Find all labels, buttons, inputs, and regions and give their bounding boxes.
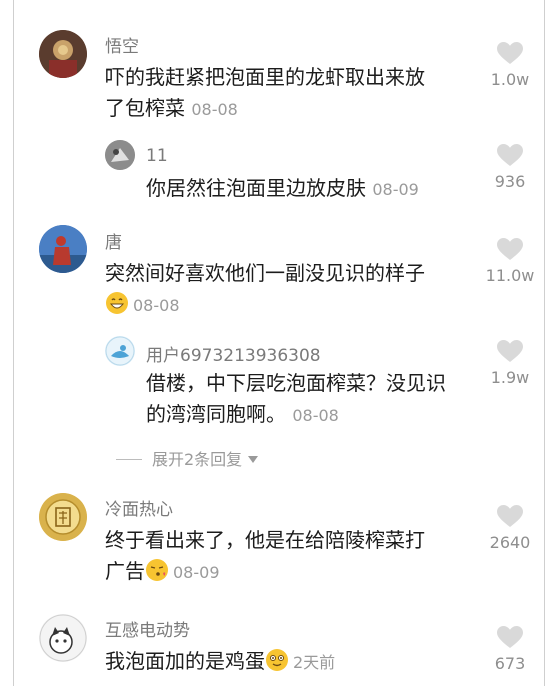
avatar[interactable]: [39, 30, 87, 78]
like-count: 1.0w: [490, 70, 530, 89]
comment-date: 08-09: [173, 563, 220, 582]
avatar[interactable]: [39, 614, 87, 662]
comment-text-line: 吓的我赶紧把泡面里的龙虾取出来放: [105, 65, 425, 89]
heart-icon[interactable]: [497, 505, 523, 528]
expand-replies-label: 展开2条回复: [152, 450, 243, 469]
comment-author[interactable]: 唐: [105, 228, 122, 253]
comment-text: 我泡面加的是鸡蛋 2天前: [105, 646, 335, 678]
reply-text: 你居然往泡面里边放皮肤 08-09: [146, 173, 419, 205]
reply-author[interactable]: 11: [146, 146, 168, 166]
avatar[interactable]: [105, 140, 135, 170]
divider: [116, 459, 142, 460]
comment-text-line: 了包榨菜: [105, 96, 185, 120]
reply-author[interactable]: 用户6973213936308: [146, 341, 321, 366]
comment-author[interactable]: 悟空: [105, 32, 139, 57]
avatar[interactable]: [39, 225, 87, 273]
comment-text-line: 广告: [105, 559, 145, 583]
comment-text: 突然间好喜欢他们一副没见识的样子 08-08: [105, 258, 425, 321]
reply-text: 借楼，中下层吃泡面榨菜？没见识 的湾湾同胞啊。 08-08: [146, 368, 446, 431]
grinning-emoji-icon: [106, 292, 128, 314]
kissing-emoji-icon: [146, 559, 168, 581]
comment-text-line: 终于看出来了，他是在给陪陵榨菜打: [105, 528, 425, 552]
heart-icon[interactable]: [497, 42, 523, 65]
comment-date: 2天前: [293, 653, 336, 672]
caret-down-icon: [248, 456, 259, 463]
heart-icon[interactable]: [497, 626, 523, 649]
comment-author[interactable]: 冷面热心: [105, 495, 173, 520]
heart-icon[interactable]: [497, 340, 523, 363]
comment-date: 08-08: [191, 100, 238, 119]
comment-text-line: 我泡面加的是鸡蛋: [105, 649, 265, 673]
reply-text-line: 的湾湾同胞啊。: [146, 402, 286, 426]
comment-author[interactable]: 互感电动势: [105, 616, 190, 641]
like-count: 936: [494, 172, 526, 191]
heart-icon[interactable]: [497, 144, 523, 167]
reply-date: 08-08: [292, 406, 339, 425]
like-count: 11.0w: [485, 266, 535, 285]
comment-text: 终于看出来了，他是在给陪陵榨菜打 广告 08-09: [105, 525, 425, 588]
like-count: 673: [494, 654, 526, 673]
heart-icon[interactable]: [497, 238, 523, 261]
comment-list: 悟空 吓的我赶紧把泡面里的龙虾取出来放 了包榨菜 08-08 1.0w 11 你…: [13, 0, 545, 686]
reply-text-line: 你居然往泡面里边放皮肤: [146, 176, 366, 200]
avatar[interactable]: [105, 336, 135, 366]
like-count: 2640: [489, 533, 531, 552]
expand-replies-button[interactable]: 展开2条回复: [116, 446, 259, 470]
comment-text-line: 突然间好喜欢他们一副没见识的样子: [105, 261, 425, 285]
comment-date: 08-08: [133, 296, 180, 315]
smiling-emoji-icon: [266, 649, 288, 671]
avatar[interactable]: [39, 493, 87, 541]
reply-text-line: 借楼，中下层吃泡面榨菜？没见识: [146, 371, 446, 395]
like-count: 1.9w: [490, 368, 530, 387]
comment-text: 吓的我赶紧把泡面里的龙虾取出来放 了包榨菜 08-08: [105, 62, 425, 125]
reply-date: 08-09: [372, 180, 419, 199]
